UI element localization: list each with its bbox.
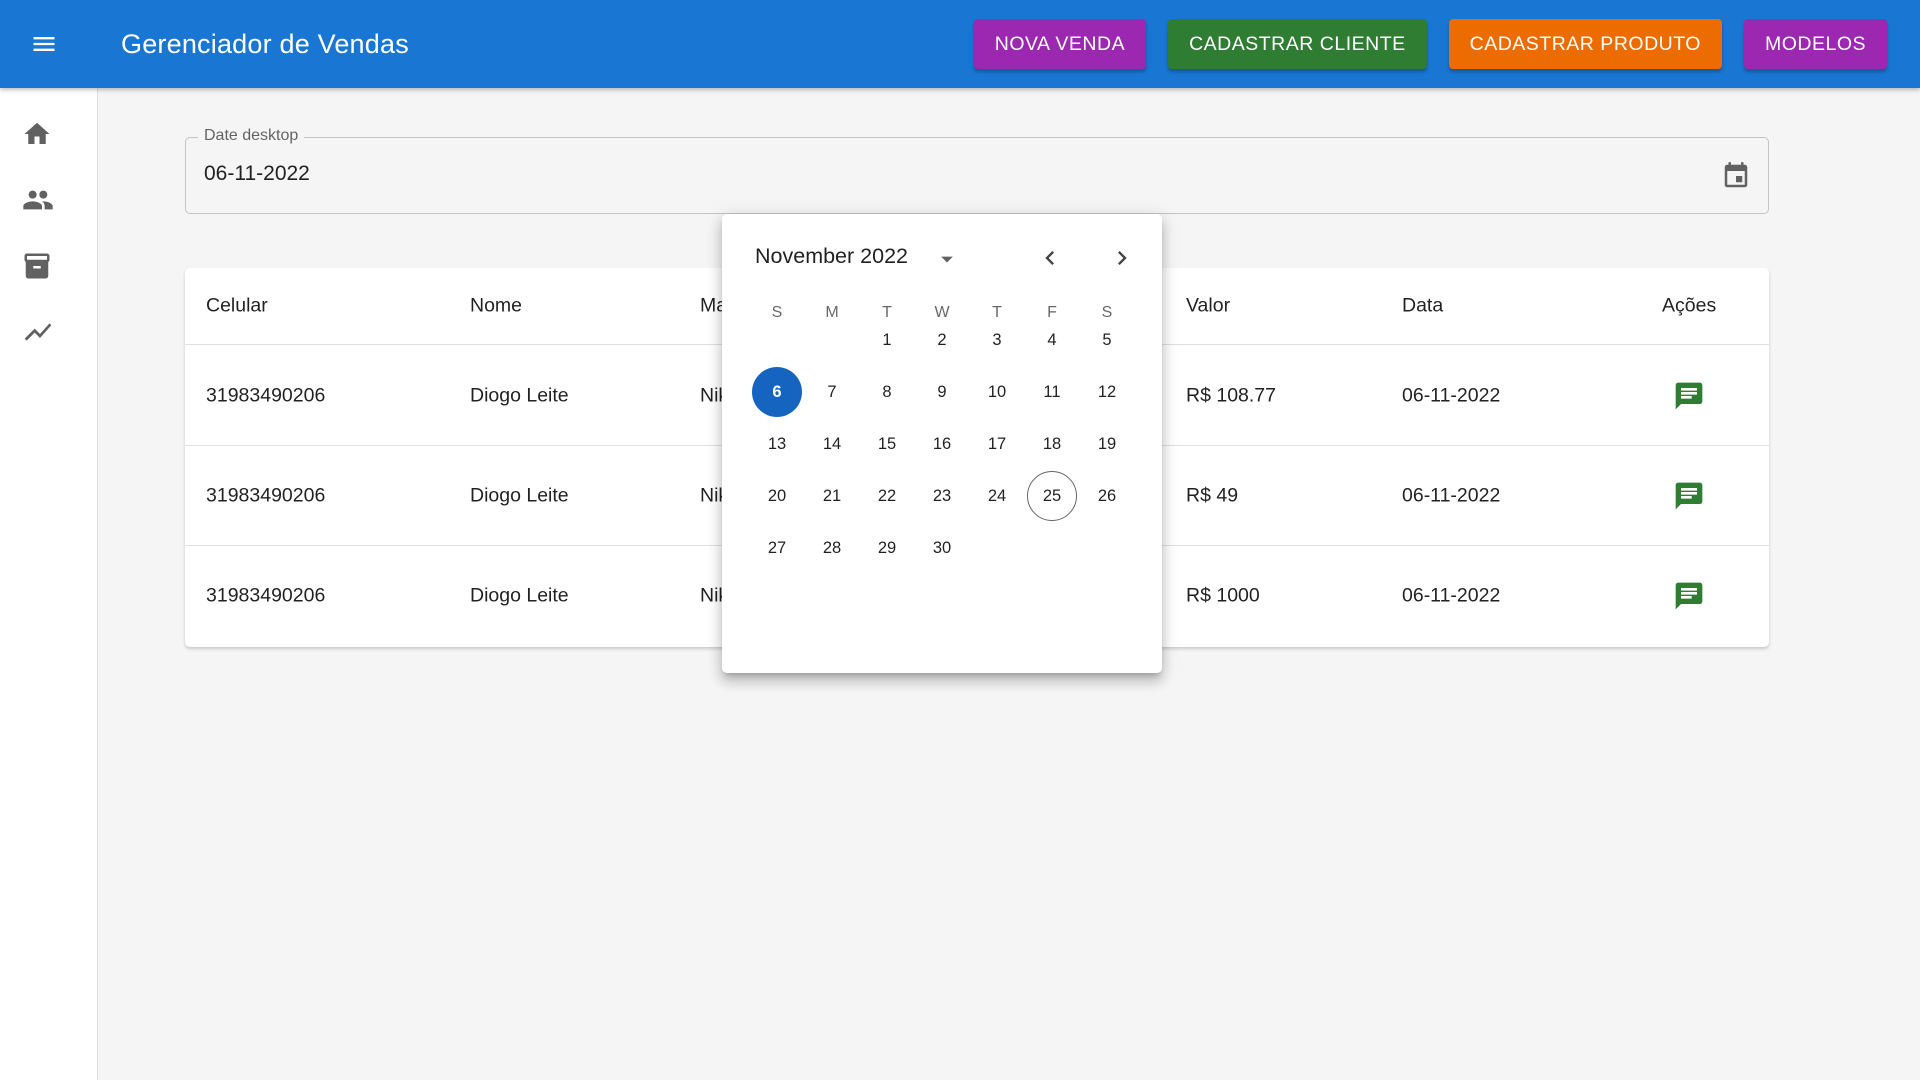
calendar-day[interactable]: 28 xyxy=(807,523,857,573)
app-title: Gerenciador de Vendas xyxy=(121,28,409,59)
trending-icon xyxy=(24,323,52,341)
year-dropdown-button[interactable] xyxy=(932,244,962,274)
cell-valor: R$ 1000 xyxy=(1186,584,1260,607)
calendar-day[interactable]: 15 xyxy=(862,419,912,469)
cell-data: 06-11-2022 xyxy=(1402,584,1501,607)
weekday-label: M xyxy=(825,304,839,321)
header-nome: Nome xyxy=(470,294,523,317)
calendar-day[interactable]: 2 xyxy=(917,315,967,365)
sidebar-item-products[interactable] xyxy=(0,238,98,294)
calendar-day[interactable]: 14 xyxy=(807,419,857,469)
date-field-label: Date desktop xyxy=(198,127,305,145)
calendar-day[interactable]: 27 xyxy=(752,523,802,573)
previous-month-button[interactable] xyxy=(1032,240,1068,276)
sidebar-item-clients[interactable] xyxy=(0,172,98,228)
modelos-button[interactable]: MODELOS xyxy=(1743,19,1887,69)
calendar-day[interactable]: 30 xyxy=(917,523,967,573)
chat-icon xyxy=(1675,382,1703,409)
cell-valor: R$ 108.77 xyxy=(1186,384,1276,406)
date-input[interactable] xyxy=(204,162,1604,186)
calendar-day[interactable]: 24 xyxy=(972,471,1022,521)
calendar-day[interactable]: 17 xyxy=(972,419,1022,469)
sidebar-item-reports[interactable] xyxy=(0,304,98,360)
app-bar: Gerenciador de Vendas NOVA VENDA CADASTR… xyxy=(0,0,1920,88)
arrow-drop-down-icon xyxy=(941,256,953,263)
cell-nome: Diogo Leite xyxy=(470,384,569,406)
calendar-day[interactable]: 11 xyxy=(1027,367,1077,417)
calendar-icon xyxy=(1724,162,1748,188)
chevron-right-icon xyxy=(1118,251,1127,265)
calendar-month-label[interactable]: November 2022 xyxy=(755,244,908,269)
cell-valor: R$ 49 xyxy=(1186,484,1239,506)
sidebar xyxy=(0,88,98,1080)
calendar-day[interactable]: 7 xyxy=(807,367,857,417)
cell-celular: 31983490206 xyxy=(206,484,326,506)
open-calendar-button[interactable] xyxy=(1716,156,1756,196)
calendar-day[interactable]: 3 xyxy=(972,315,1022,365)
calendar-day[interactable]: 26 xyxy=(1082,471,1132,521)
header-data: Data xyxy=(1402,294,1444,317)
next-month-button[interactable] xyxy=(1104,240,1140,276)
cell-nome: Diogo Leite xyxy=(470,484,569,506)
calendar-day[interactable]: 8 xyxy=(862,367,912,417)
calendar-day[interactable]: 25 xyxy=(1027,471,1077,521)
chevron-left-icon xyxy=(1045,251,1054,265)
date-picker-popover: November 2022 SMTWTFS 1 2 3 4 5 6 7 8 9 10 11 12 13 1… xyxy=(722,214,1162,673)
home-icon xyxy=(24,122,50,144)
header-acoes: Ações xyxy=(1662,294,1717,317)
chat-icon xyxy=(1675,582,1703,610)
cadastrar-produto-button[interactable]: CADASTRAR PRODUTO xyxy=(1448,19,1722,69)
calendar-day[interactable]: 13 xyxy=(752,419,802,469)
cell-data: 06-11-2022 xyxy=(1402,384,1501,406)
calendar-day[interactable]: 21 xyxy=(807,471,857,521)
header-valor: Valor xyxy=(1186,294,1231,317)
weekday-label: S xyxy=(771,304,783,321)
calendar-day[interactable]: 12 xyxy=(1082,367,1132,417)
message-button[interactable] xyxy=(1671,578,1707,614)
calendar-day[interactable]: 18 xyxy=(1027,419,1077,469)
calendar-day[interactable]: 19 xyxy=(1082,419,1132,469)
menu-button[interactable] xyxy=(0,0,88,88)
calendar-day[interactable]: 5 xyxy=(1082,315,1132,365)
cell-data: 06-11-2022 xyxy=(1402,484,1501,506)
cell-nome: Diogo Leite xyxy=(470,584,569,607)
calendar-day[interactable]: 10 xyxy=(972,367,1022,417)
toolbar-buttons: NOVA VENDA CADASTRAR CLIENTE CADASTRAR P… xyxy=(973,19,1887,69)
chat-icon xyxy=(1675,482,1703,509)
message-button[interactable] xyxy=(1671,378,1707,414)
nova-venda-button[interactable]: NOVA VENDA xyxy=(973,19,1147,69)
menu-icon xyxy=(33,37,55,51)
sidebar-item-home[interactable] xyxy=(0,106,98,162)
message-button[interactable] xyxy=(1671,478,1707,514)
archive-icon xyxy=(24,253,50,279)
calendar-day[interactable]: 22 xyxy=(862,471,912,521)
cadastrar-cliente-button[interactable]: CADASTRAR CLIENTE xyxy=(1168,19,1427,69)
calendar-day[interactable]: 4 xyxy=(1027,315,1077,365)
cell-celular: 31983490206 xyxy=(206,584,326,607)
calendar-day[interactable]: 9 xyxy=(917,367,967,417)
calendar-day[interactable]: 20 xyxy=(752,471,802,521)
header-celular: Celular xyxy=(206,294,268,317)
calendar-day-selected[interactable]: 6 xyxy=(752,367,802,417)
date-field: Date desktop xyxy=(185,127,1769,214)
calendar-day[interactable]: 1 xyxy=(862,315,912,365)
calendar-day[interactable]: 23 xyxy=(917,471,967,521)
calendar-day[interactable]: 29 xyxy=(862,523,912,573)
calendar-day[interactable]: 16 xyxy=(917,419,967,469)
cell-celular: 31983490206 xyxy=(206,384,326,406)
people-icon xyxy=(23,190,53,210)
